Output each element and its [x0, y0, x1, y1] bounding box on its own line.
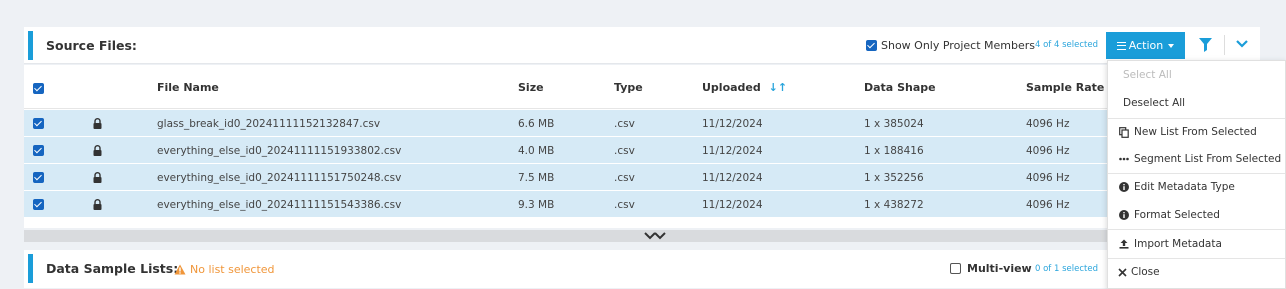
data-sample-lists-title: Data Sample Lists:	[46, 261, 179, 276]
row-checkbox[interactable]	[33, 118, 44, 129]
cell-sample-rate: 4096 Hz	[1026, 172, 1070, 184]
accent-bar	[28, 31, 33, 60]
cell-type: .csv	[614, 118, 635, 130]
menu-divider	[1108, 229, 1285, 230]
info-icon	[1119, 182, 1129, 192]
action-menu: Select All Deselect All New List From Se…	[1107, 60, 1286, 289]
cell-file-name: everything_else_id0_20241111151750248.cs…	[157, 172, 402, 184]
cell-size: 7.5 MB	[518, 172, 555, 184]
copy-icon	[1119, 126, 1129, 138]
accent-bar	[28, 254, 33, 283]
menu-item-label: Deselect All	[1123, 97, 1186, 109]
menu-item-edit-metadata[interactable]: Edit Metadata Type	[1108, 174, 1285, 200]
table-row[interactable]: everything_else_id0_20241111151543386.cs…	[24, 191, 1260, 218]
source-selected-count: 4 of 4 selected	[1035, 40, 1098, 50]
cell-file-name: everything_else_id0_20241111151933802.cs…	[157, 145, 402, 157]
upload-icon	[1119, 239, 1129, 249]
cell-type: .csv	[614, 145, 635, 157]
multi-view-checkbox[interactable]	[950, 263, 961, 274]
no-list-warning: No list selected	[174, 263, 275, 276]
cell-file-name: everything_else_id0_20241111151543386.cs…	[157, 199, 402, 211]
cell-size: 9.3 MB	[518, 199, 555, 211]
cell-type: .csv	[614, 172, 635, 184]
menu-item-label: New List From Selected	[1134, 126, 1257, 138]
table-header: File Name Size Type Uploaded ↓↑ Data Sha…	[24, 65, 1260, 109]
lock-icon	[93, 145, 102, 156]
action-button[interactable]: Action	[1106, 32, 1185, 59]
row-checkbox[interactable]	[33, 199, 44, 210]
column-data-shape[interactable]: Data Shape	[864, 81, 936, 94]
cell-data-shape: 1 x 188416	[864, 145, 924, 157]
info-icon	[1119, 210, 1129, 220]
menu-item-segment-list[interactable]: Segment List From Selected	[1108, 146, 1285, 172]
panel-resize-divider[interactable]	[24, 230, 1260, 242]
header-separator	[1224, 35, 1225, 55]
lock-icon	[93, 172, 102, 183]
double-chevron-down-icon[interactable]	[643, 232, 667, 242]
menu-item-label: Format Selected	[1134, 209, 1220, 221]
table-row[interactable]: everything_else_id0_20241111151750248.cs…	[24, 164, 1260, 191]
cell-data-shape: 1 x 438272	[864, 199, 924, 211]
select-all-checkbox[interactable]	[33, 83, 44, 94]
cell-sample-rate: 4096 Hz	[1026, 145, 1070, 157]
source-files-title: Source Files:	[46, 38, 137, 53]
lock-icon	[93, 199, 102, 210]
cell-uploaded: 11/12/2024	[702, 172, 763, 184]
menu-icon	[1116, 41, 1126, 50]
warning-icon	[174, 264, 186, 275]
column-file-name[interactable]: File Name	[157, 81, 219, 94]
no-list-text: No list selected	[190, 263, 275, 276]
ellipsis-icon	[1119, 157, 1129, 161]
cell-sample-rate: 4096 Hz	[1026, 118, 1070, 130]
column-uploaded[interactable]: Uploaded ↓↑	[702, 81, 787, 94]
show-only-members-label: Show Only Project Members	[881, 39, 1035, 52]
menu-item-label: Close	[1131, 266, 1160, 278]
menu-item-deselect-all[interactable]: Deselect All	[1108, 90, 1285, 116]
dsl-selected-count: 0 of 1 selected	[1035, 264, 1098, 274]
source-files-table: File Name Size Type Uploaded ↓↑ Data Sha…	[24, 65, 1260, 228]
column-sample-rate[interactable]: Sample Rate	[1026, 81, 1104, 94]
cell-type: .csv	[614, 199, 635, 211]
caret-down-icon	[1168, 43, 1175, 48]
cell-uploaded: 11/12/2024	[702, 118, 763, 130]
menu-item-label: Segment List From Selected	[1134, 153, 1282, 165]
close-icon	[1118, 267, 1127, 277]
filter-icon[interactable]	[1199, 38, 1212, 52]
multi-view-label: Multi-view	[967, 262, 1032, 275]
multi-view-toggle[interactable]: Multi-view	[950, 262, 1032, 275]
data-sample-lists-header: Data Sample Lists: No list selected Mult…	[24, 250, 1260, 288]
menu-item-label: Edit Metadata Type	[1134, 181, 1235, 193]
menu-item-label: Select All	[1123, 69, 1172, 81]
cell-sample-rate: 4096 Hz	[1026, 199, 1070, 211]
show-only-members-toggle[interactable]: Show Only Project Members	[866, 39, 1035, 52]
menu-item-close[interactable]: Close	[1108, 259, 1285, 285]
sort-icon: ↓↑	[768, 81, 788, 94]
action-label: Action	[1128, 39, 1164, 52]
source-files-header: Source Files: Show Only Project Members …	[24, 27, 1260, 64]
column-type[interactable]: Type	[614, 81, 643, 94]
lock-icon	[93, 118, 102, 129]
menu-item-format-selected[interactable]: Format Selected	[1108, 202, 1285, 228]
table-row[interactable]: glass_break_id0_20241111152132847.csv 6.…	[24, 110, 1260, 137]
cell-file-name: glass_break_id0_20241111152132847.csv	[157, 118, 381, 130]
cell-size: 4.0 MB	[518, 145, 555, 157]
row-checkbox[interactable]	[33, 172, 44, 183]
row-checkbox[interactable]	[33, 145, 44, 156]
menu-item-label: Import Metadata	[1134, 238, 1222, 250]
cell-data-shape: 1 x 385024	[864, 118, 924, 130]
menu-item-new-list[interactable]: New List From Selected	[1108, 119, 1285, 145]
menu-item-import-metadata[interactable]: Import Metadata	[1108, 231, 1285, 257]
cell-data-shape: 1 x 352256	[864, 172, 924, 184]
column-uploaded-label: Uploaded	[702, 81, 761, 94]
chevron-down-icon[interactable]	[1236, 38, 1248, 50]
cell-uploaded: 11/12/2024	[702, 199, 763, 211]
cell-uploaded: 11/12/2024	[702, 145, 763, 157]
table-row[interactable]: everything_else_id0_20241111151933802.cs…	[24, 137, 1260, 164]
column-size[interactable]: Size	[518, 81, 544, 94]
menu-item-select-all[interactable]: Select All	[1108, 62, 1285, 88]
cell-size: 6.6 MB	[518, 118, 555, 130]
show-only-members-checkbox[interactable]	[866, 40, 877, 51]
